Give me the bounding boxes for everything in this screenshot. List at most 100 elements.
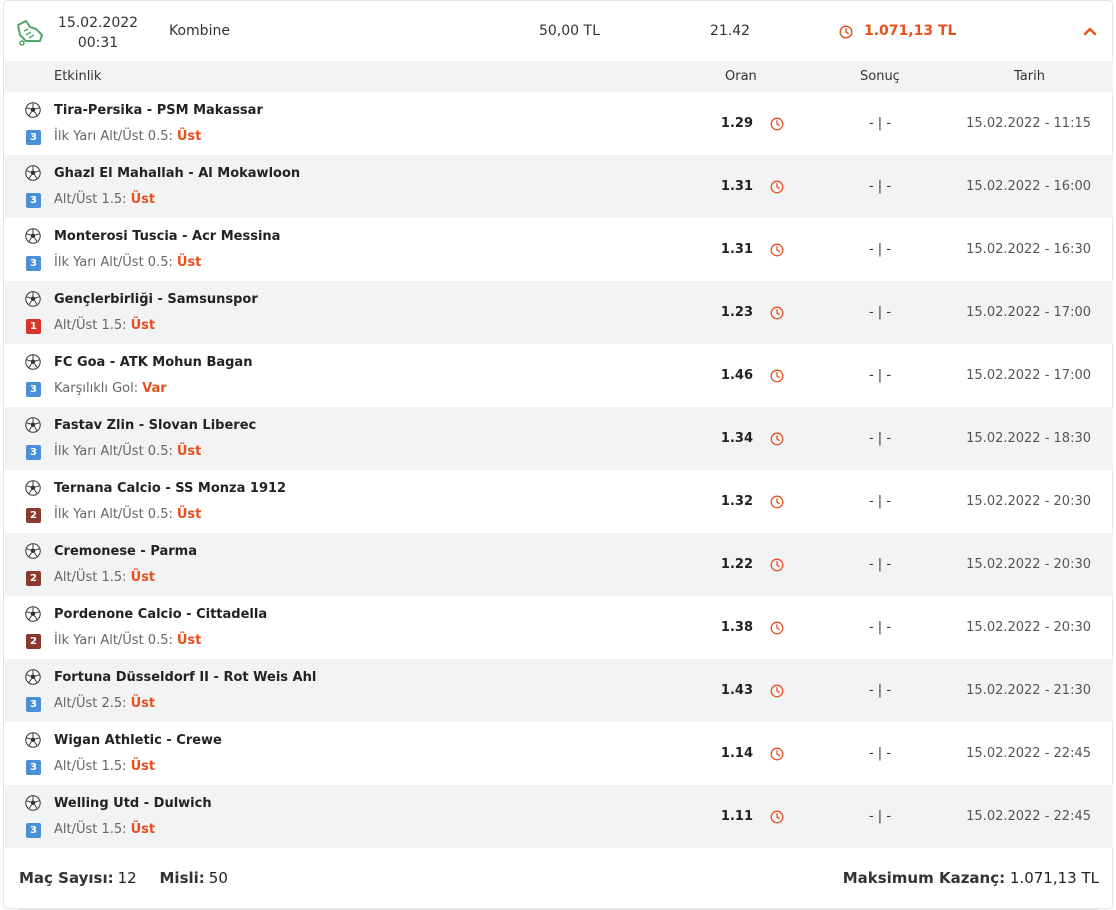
market-info: İlk Yarı Alt/Üst 0.5: Üst bbox=[54, 444, 201, 459]
event-date: 15.02.2022 - 22:45 bbox=[966, 746, 1091, 761]
status-badge: 3 bbox=[26, 256, 41, 271]
clock-icon bbox=[770, 368, 784, 383]
table-row[interactable]: 3 Fastav Zlin - Slovan Liberec İlk Yarı Al… bbox=[5, 407, 1113, 470]
coupon-total-odds: 21.42 bbox=[710, 23, 751, 39]
match-name[interactable]: Ternana Calcio - SS Monza 1912 bbox=[54, 481, 286, 496]
soccer-ball-icon bbox=[25, 480, 41, 496]
coupon-datetime: 15.02.2022 00:31 bbox=[54, 13, 142, 53]
market-label: Alt/Üst 1.5: bbox=[54, 192, 127, 207]
soccer-ball-icon bbox=[25, 228, 41, 244]
market-label: İlk Yarı Alt/Üst 0.5: bbox=[54, 255, 173, 270]
event-date: 15.02.2022 - 20:30 bbox=[966, 494, 1091, 509]
soccer-ball-icon bbox=[25, 669, 41, 685]
match-name[interactable]: FC Goa - ATK Mohun Bagan bbox=[54, 355, 252, 370]
market-info: Alt/Üst 1.5: Üst bbox=[54, 822, 155, 837]
result-value: - | - bbox=[868, 179, 892, 194]
multiplier: 50 bbox=[208, 869, 228, 887]
footer-stats: Maç Sayısı: 12 Misli: 50 bbox=[19, 869, 246, 887]
bet-list: 3 Tira-Persika - PSM Makassar İlk Yarı Alt… bbox=[5, 92, 1113, 848]
soccer-ball-icon bbox=[25, 795, 41, 811]
match-name[interactable]: Fastav Zlin - Slovan Liberec bbox=[54, 418, 256, 433]
selection-pick: Üst bbox=[130, 822, 156, 837]
coupon-type: Kombine bbox=[169, 23, 230, 39]
odd-value: 1.34 bbox=[720, 431, 753, 446]
coupon-summary-bar[interactable]: 15.02.2022 00:31 Kombine 50,00 TL 21.42 … bbox=[4, 1, 1112, 61]
coupon-card: 15.02.2022 00:31 Kombine 50,00 TL 21.42 … bbox=[3, 0, 1113, 910]
market-label: İlk Yarı Alt/Üst 0.5: bbox=[54, 129, 173, 144]
market-info: Karşılıklı Gol: Var bbox=[54, 381, 167, 396]
clock-icon bbox=[770, 494, 784, 509]
table-row[interactable]: 3 Monterosi Tuscia - Acr Messina İlk Yarı … bbox=[5, 218, 1113, 281]
odd-value: 1.23 bbox=[720, 305, 753, 320]
clock-icon bbox=[770, 242, 784, 257]
table-row[interactable]: 2 Cremonese - Parma Alt/Üst 1.5: Üst 1.22 - |… bbox=[5, 533, 1113, 596]
match-name[interactable]: Cremonese - Parma bbox=[54, 544, 197, 559]
match-name[interactable]: Ghazl El Mahallah - Al Mokawloon bbox=[54, 166, 300, 181]
footer-max-win: Maksimum Kazanç: 1.071,13 TL bbox=[843, 869, 1099, 887]
market-info: Alt/Üst 2.5: Üst bbox=[54, 696, 155, 711]
selection-pick: Üst bbox=[176, 255, 202, 270]
status-badge: 2 bbox=[26, 508, 41, 523]
table-row[interactable]: 3 Fortuna Düsseldorf II - Rot Weis Ahl Alt… bbox=[5, 659, 1113, 722]
result-value: - | - bbox=[868, 746, 892, 761]
event-date: 15.02.2022 - 21:30 bbox=[966, 683, 1091, 698]
selection-pick: Var bbox=[142, 381, 167, 396]
selection-pick: Üst bbox=[176, 444, 202, 459]
soccer-boot-icon bbox=[17, 20, 43, 46]
match-name[interactable]: Wigan Athletic - Crewe bbox=[54, 733, 222, 748]
event-date: 15.02.2022 - 17:00 bbox=[966, 305, 1091, 320]
event-date: 15.02.2022 - 16:30 bbox=[966, 242, 1091, 257]
odd-value: 1.29 bbox=[720, 116, 753, 131]
table-row[interactable]: 3 Ghazl El Mahallah - Al Mokawloon Alt/Üst… bbox=[5, 155, 1113, 218]
selection-pick: Üst bbox=[176, 507, 202, 522]
market-info: İlk Yarı Alt/Üst 0.5: Üst bbox=[54, 507, 201, 522]
match-name[interactable]: Gençlerbirliği - Samsunspor bbox=[54, 292, 258, 307]
selection-pick: Üst bbox=[176, 633, 202, 648]
table-row[interactable]: 1 Gençlerbirliği - Samsunspor Alt/Üst 1.5:… bbox=[5, 281, 1113, 344]
market-info: Alt/Üst 1.5: Üst bbox=[54, 318, 155, 333]
clock-icon bbox=[770, 179, 784, 194]
odd-value: 1.11 bbox=[720, 809, 753, 824]
table-row[interactable]: 2 Ternana Calcio - SS Monza 1912 İlk Yarı … bbox=[5, 470, 1113, 533]
clock-icon bbox=[770, 557, 784, 572]
market-label: İlk Yarı Alt/Üst 0.5: bbox=[54, 444, 173, 459]
header-result: Sonuç bbox=[860, 69, 900, 84]
market-info: İlk Yarı Alt/Üst 0.5: Üst bbox=[54, 129, 201, 144]
table-row[interactable]: 2 Pordenone Calcio - Cittadella İlk Yarı A… bbox=[5, 596, 1113, 659]
status-badge: 2 bbox=[26, 634, 41, 649]
status-badge: 1 bbox=[26, 319, 41, 334]
soccer-ball-icon bbox=[25, 291, 41, 307]
result-value: - | - bbox=[868, 557, 892, 572]
max-win-label: Maksimum Kazanç: bbox=[842, 869, 1006, 887]
match-name[interactable]: Monterosi Tuscia - Acr Messina bbox=[54, 229, 280, 244]
clock-icon bbox=[770, 620, 784, 635]
header-odd: Oran bbox=[725, 69, 757, 84]
soccer-ball-icon bbox=[25, 165, 41, 181]
result-value: - | - bbox=[868, 242, 892, 257]
odd-value: 1.38 bbox=[720, 620, 753, 635]
odd-value: 1.31 bbox=[720, 242, 753, 257]
odd-value: 1.32 bbox=[720, 494, 753, 509]
match-name[interactable]: Pordenone Calcio - Cittadella bbox=[54, 607, 267, 622]
chevron-up-icon[interactable] bbox=[1082, 23, 1098, 39]
soccer-ball-icon bbox=[25, 354, 41, 370]
table-row[interactable]: 3 Wigan Athletic - Crewe Alt/Üst 1.5: Üst 1.… bbox=[5, 722, 1113, 785]
match-name[interactable]: Welling Utd - Dulwich bbox=[54, 796, 212, 811]
match-name[interactable]: Fortuna Düsseldorf II - Rot Weis Ahl bbox=[54, 670, 316, 685]
table-row[interactable]: 3 Tira-Persika - PSM Makassar İlk Yarı Alt… bbox=[5, 92, 1113, 155]
clock-icon bbox=[839, 25, 853, 39]
coupon-stake: 50,00 TL bbox=[539, 23, 600, 39]
event-date: 15.02.2022 - 11:15 bbox=[966, 116, 1091, 131]
event-date: 15.02.2022 - 16:00 bbox=[966, 179, 1091, 194]
event-date: 15.02.2022 - 17:00 bbox=[966, 368, 1091, 383]
status-badge: 3 bbox=[26, 445, 41, 460]
status-badge: 3 bbox=[26, 130, 41, 145]
market-info: İlk Yarı Alt/Üst 0.5: Üst bbox=[54, 633, 201, 648]
result-value: - | - bbox=[868, 431, 892, 446]
table-row[interactable]: 3 Welling Utd - Dulwich Alt/Üst 1.5: Üst 1.1… bbox=[5, 785, 1113, 848]
status-badge: 2 bbox=[26, 571, 41, 586]
table-row[interactable]: 3 FC Goa - ATK Mohun Bagan Karşılıklı Gol:… bbox=[5, 344, 1113, 407]
match-name[interactable]: Tira-Persika - PSM Makassar bbox=[54, 103, 263, 118]
odd-value: 1.14 bbox=[720, 746, 753, 761]
market-info: Alt/Üst 1.5: Üst bbox=[54, 192, 155, 207]
